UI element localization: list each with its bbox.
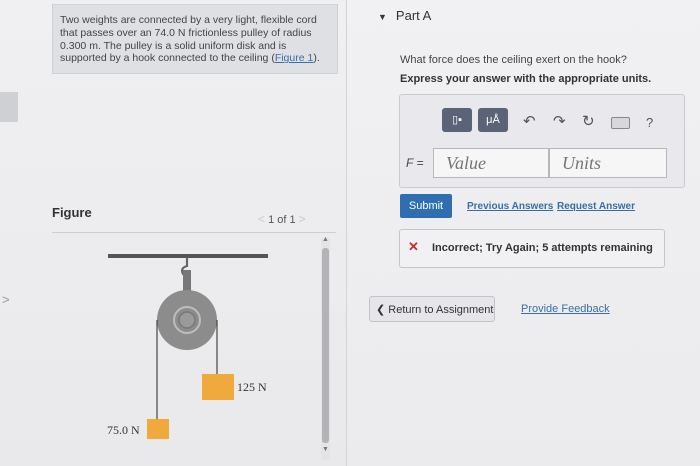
weight-right-label: 125 N xyxy=(237,380,267,394)
submit-button[interactable]: Submit xyxy=(400,194,452,218)
instruction-text: Express your answer with the appropriate… xyxy=(400,73,652,85)
chevron-right-icon[interactable]: > xyxy=(299,212,306,226)
return-label: Return to Assignment xyxy=(388,304,494,316)
figure-heading: Figure xyxy=(52,205,92,220)
weight-left-block xyxy=(147,419,169,439)
help-icon[interactable]: ? xyxy=(646,115,653,130)
chevron-left-icon: ❮ xyxy=(376,304,386,316)
templates-button[interactable]: ▯▪ xyxy=(442,108,472,132)
scroll-down-icon[interactable]: ▼ xyxy=(322,446,329,453)
request-answer-link[interactable]: Request Answer xyxy=(557,201,635,212)
weight-right-block xyxy=(202,374,234,400)
side-tab[interactable] xyxy=(0,92,18,122)
variable-label: F = xyxy=(406,156,424,170)
value-input[interactable] xyxy=(433,148,549,178)
reset-icon[interactable]: ↻ xyxy=(582,112,595,130)
question-text: What force does the ceiling exert on the… xyxy=(400,54,627,66)
provide-feedback-link[interactable]: Provide Feedback xyxy=(521,303,610,315)
pager-text: 1 of 1 xyxy=(268,214,296,226)
figure-scrollbar-thumb[interactable] xyxy=(322,248,329,443)
scroll-up-icon[interactable]: ▲ xyxy=(322,236,329,243)
pulley-figure: 125 N 75.0 N xyxy=(107,254,268,439)
problem-text-end: ). xyxy=(313,52,320,65)
expand-arrow-icon[interactable]: > xyxy=(2,292,10,307)
keyboard-icon[interactable] xyxy=(611,117,630,129)
figure-link[interactable]: Figure 1 xyxy=(275,52,314,64)
feedback-message: Incorrect; Try Again; 5 attempts remaini… xyxy=(432,242,653,254)
weight-left-label: 75.0 N xyxy=(107,423,140,437)
return-to-assignment-button[interactable]: ❮ Return to Assignment xyxy=(369,296,495,322)
collapse-triangle-icon[interactable]: ▼ xyxy=(378,12,387,22)
incorrect-icon: ✕ xyxy=(408,239,419,254)
part-title: Part A xyxy=(395,8,432,23)
problem-statement: Two weights are connected by a very ligh… xyxy=(60,14,325,65)
part-header[interactable]: ▼ Part A xyxy=(378,8,431,23)
units-input[interactable] xyxy=(549,148,667,178)
pulley-axle xyxy=(178,311,196,329)
undo-icon[interactable]: ↶ xyxy=(523,112,536,130)
ceiling xyxy=(108,254,268,258)
previous-answers-link[interactable]: Previous Answers xyxy=(467,201,553,212)
chevron-left-icon[interactable]: < xyxy=(258,212,265,226)
redo-icon[interactable]: ↷ xyxy=(553,112,566,130)
divider xyxy=(52,232,336,233)
figure-pager: < 1 of 1 > xyxy=(258,212,306,226)
units-button[interactable]: μÅ xyxy=(478,108,508,132)
